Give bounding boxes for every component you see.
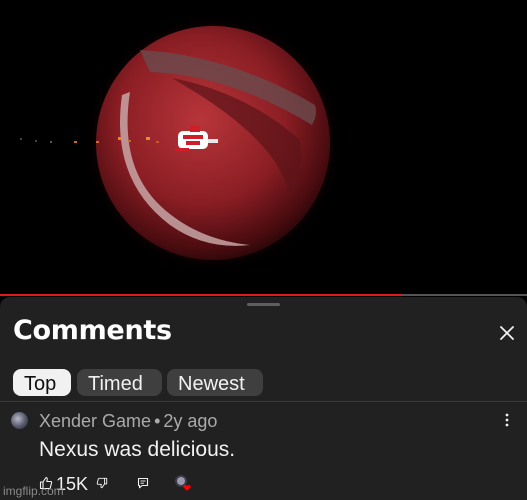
comment-text: Nexus was delicious. xyxy=(39,438,236,461)
close-icon[interactable] xyxy=(496,322,518,344)
chip-label: Newest xyxy=(178,373,245,395)
video-frame xyxy=(20,13,343,273)
comments-panel: Comments Top Timed Newest Xender Game • 2y… xyxy=(0,297,527,500)
chip-label: Top xyxy=(24,373,57,395)
watermark: imgflip.com xyxy=(3,484,64,498)
divider xyxy=(0,401,527,402)
meta-separator: • xyxy=(154,411,161,431)
avatar[interactable] xyxy=(11,412,28,429)
video-player[interactable] xyxy=(0,0,527,296)
chip-timed[interactable]: Timed xyxy=(77,369,162,396)
drag-handle[interactable] xyxy=(247,303,280,306)
progress-bar[interactable] xyxy=(0,294,527,296)
comment-age: 2y ago xyxy=(163,411,218,431)
more-vert-icon[interactable] xyxy=(502,412,512,428)
comment-meta: Xender Game • 2y ago xyxy=(39,411,217,432)
creator-heart-icon xyxy=(175,475,191,491)
reply-icon[interactable] xyxy=(137,477,149,489)
progress-fill xyxy=(0,294,401,296)
panel-title: Comments xyxy=(13,315,172,346)
chip-newest[interactable]: Newest xyxy=(167,369,263,396)
thumbs-down-icon[interactable] xyxy=(96,477,108,489)
comment-author[interactable]: Xender Game xyxy=(39,411,151,431)
chip-label: Timed xyxy=(88,373,143,395)
chip-top[interactable]: Top xyxy=(13,369,71,396)
